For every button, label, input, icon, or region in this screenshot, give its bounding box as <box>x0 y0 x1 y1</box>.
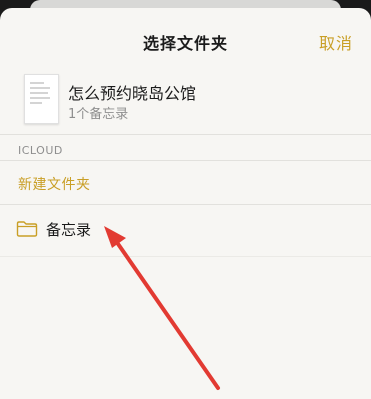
note-title: 怎么预约晓岛公馆 <box>68 84 197 103</box>
divider <box>0 160 371 161</box>
divider <box>0 204 371 205</box>
cancel-button[interactable]: 取消 <box>319 30 353 54</box>
new-folder-button[interactable]: 新建文件夹 <box>18 174 91 194</box>
folder-picker-sheet: 选择文件夹 取消 怎么预约晓岛公馆 1个备忘录 ICLOUD 新建文件夹 备忘录 <box>0 8 371 399</box>
note-thumbnail <box>24 74 59 124</box>
note-preview: 怎么预约晓岛公馆 1个备忘录 <box>0 64 371 135</box>
divider <box>0 256 371 257</box>
folder-icon <box>16 221 38 237</box>
note-count: 1个备忘录 <box>68 107 129 122</box>
nav-bar: 选择文件夹 取消 <box>0 8 371 64</box>
nav-title: 选择文件夹 <box>142 34 228 53</box>
section-header-icloud: ICLOUD <box>18 144 63 157</box>
folder-label: 备忘录 <box>46 221 92 239</box>
folder-item-notes[interactable]: 备忘录 <box>0 208 371 250</box>
